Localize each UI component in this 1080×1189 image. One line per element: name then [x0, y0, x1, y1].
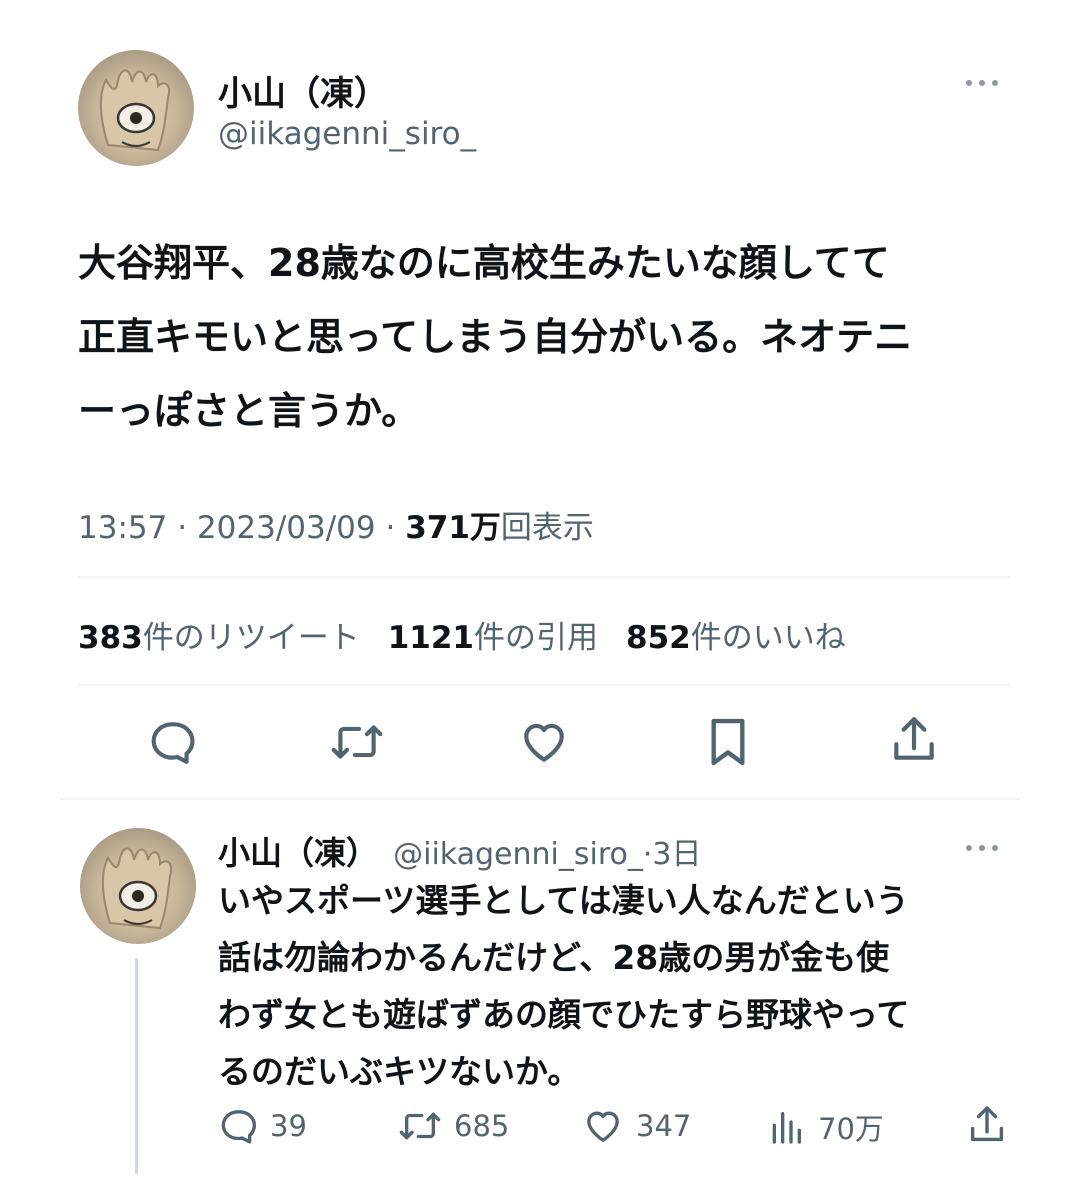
reply-text-line: いやスポーツ選手としては凄い人なんだという	[218, 881, 909, 920]
reply-header: 小山（凍） @iikagenni_siro_·3日	[218, 828, 702, 874]
reply-share-button[interactable]	[966, 1103, 1008, 1147]
reply-text-line: わず女とも遊ばずあの顔でひたすら野球やって	[218, 995, 910, 1034]
retweets-label: 件のリツイート	[142, 620, 360, 656]
like-count: 347	[636, 1109, 692, 1143]
retweet-button[interactable]	[330, 717, 384, 767]
author-name[interactable]: 小山（凍）	[218, 834, 378, 872]
likes-count: 852	[626, 620, 691, 656]
views-icon	[772, 1112, 801, 1144]
more-options-icon[interactable]	[966, 77, 1006, 87]
quotes-label: 件の引用	[474, 620, 598, 656]
like-button[interactable]	[518, 717, 570, 767]
reply-reply-button[interactable]: 39	[218, 1106, 307, 1146]
share-button[interactable]	[888, 713, 940, 767]
likes-stat[interactable]: 852件のいいね	[626, 620, 846, 656]
author-name[interactable]: 小山（凍）	[218, 66, 388, 115]
quotes-count: 1121	[387, 620, 474, 656]
divider	[78, 576, 1010, 578]
views-count: 371万	[405, 510, 501, 546]
tweet-time[interactable]: 13:57	[78, 510, 167, 546]
tweet-text-line: 正直キモいと思ってしまう自分がいる。ネオテニ	[78, 315, 913, 359]
quotes-stat[interactable]: 1121件の引用	[388, 620, 598, 656]
more-options-icon[interactable]	[966, 842, 1006, 852]
tweet-text: 大谷翔平、28歳なのに高校生みたいな顔してて 正直キモいと思ってしまう自分がいる…	[78, 226, 912, 448]
views-label: 回表示	[500, 510, 594, 546]
avatar[interactable]	[78, 50, 194, 166]
reply-views-button[interactable]: 70万	[766, 1106, 884, 1148]
engagement-stats: 383件のリツイート 1121件の引用 852件のいいね	[78, 612, 846, 657]
share-icon	[894, 717, 934, 760]
reply-count: 39	[270, 1109, 307, 1143]
like-icon	[587, 1111, 619, 1142]
likes-label: 件のいいね	[690, 620, 846, 656]
reply-text-line: るのだいぶキツないか。	[218, 1052, 581, 1091]
thread-line	[135, 958, 138, 1174]
tweet-meta: 13:57 · 2023/03/09 · 371万回表示	[78, 502, 594, 547]
reply-text: いやスポーツ選手としては凄い人なんだという 話は勿論わかるんだけど、28歳の男が…	[218, 872, 909, 1100]
retweets-stat[interactable]: 383件のリツイート	[78, 620, 360, 656]
reply-like-button[interactable]: 347	[582, 1106, 691, 1146]
author-handle[interactable]: @iikagenni_siro_	[218, 116, 476, 152]
bookmark-button[interactable]	[706, 715, 750, 769]
divider	[78, 684, 1010, 686]
bookmark-icon	[711, 718, 745, 766]
retweet-icon	[399, 1112, 441, 1140]
retweet-icon	[331, 725, 383, 759]
reply-text-line: 話は勿論わかるんだけど、28歳の男が金も使	[218, 938, 890, 977]
avatar[interactable]	[80, 828, 196, 944]
retweets-count: 383	[78, 620, 143, 656]
separator: ·	[385, 510, 396, 546]
tweet-date[interactable]: 2023/03/09	[197, 510, 376, 546]
reply-age[interactable]: ·3日	[643, 837, 702, 872]
separator: ·	[177, 510, 188, 546]
avatar-image	[99, 69, 170, 152]
reply-button[interactable]	[147, 717, 197, 767]
like-icon	[524, 723, 564, 762]
reply-icon	[221, 1110, 256, 1144]
author-handle[interactable]: @iikagenni_siro_	[393, 837, 643, 872]
reply-retweet-button[interactable]: 685	[398, 1106, 509, 1146]
divider	[60, 798, 1020, 800]
tweet-text-line: ーっぽさと言うか。	[78, 389, 420, 433]
views-count: 70万	[818, 1112, 884, 1146]
reply-icon	[151, 722, 195, 764]
tweet-text-line: 大谷翔平、28歳なのに高校生みたいな顔してて	[78, 241, 890, 285]
share-icon	[970, 1106, 1004, 1142]
retweet-count: 685	[454, 1109, 510, 1143]
avatar-image	[101, 847, 172, 930]
